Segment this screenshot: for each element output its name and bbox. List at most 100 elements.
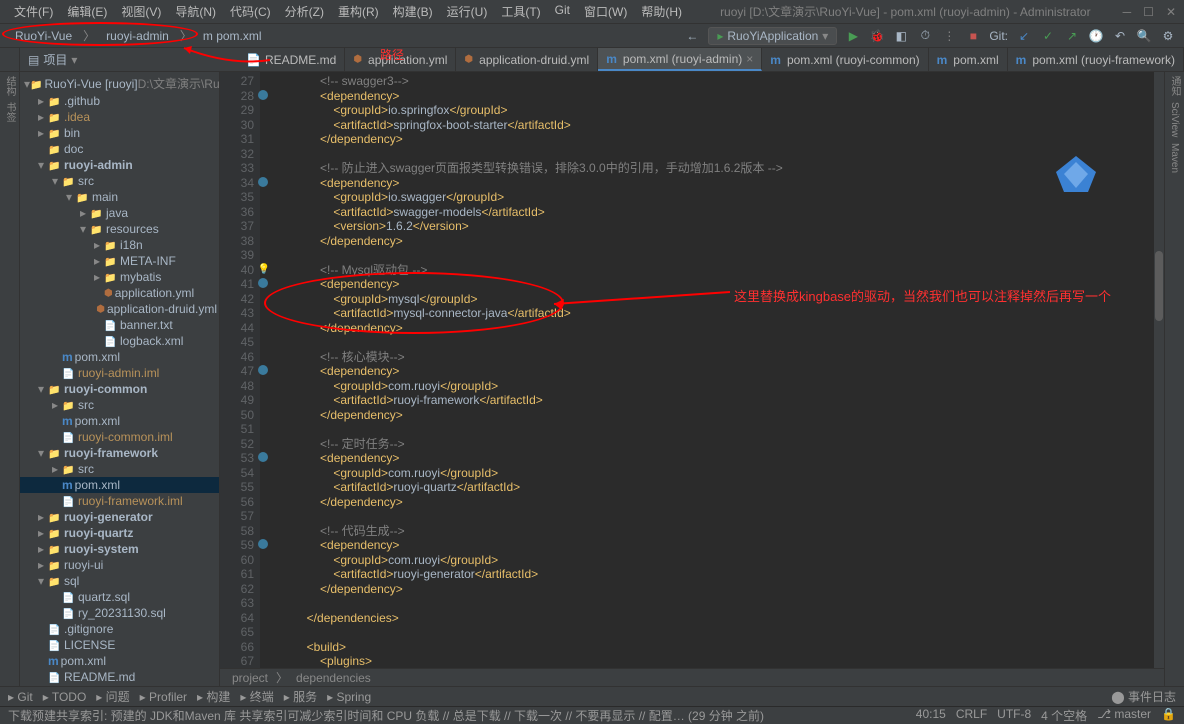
tool-window-button[interactable]: ▸ 服务 xyxy=(284,688,317,705)
tree-node[interactable]: LICENSE xyxy=(20,637,219,653)
back-icon[interactable]: ← xyxy=(684,28,700,44)
menu-item[interactable]: 视图(V) xyxy=(115,1,167,22)
coverage-button[interactable]: ◧ xyxy=(893,28,909,44)
git-push-icon[interactable]: ↗ xyxy=(1064,28,1080,44)
tree-node[interactable]: ▾sql xyxy=(20,573,219,589)
editor-tab[interactable]: mpom.xml (ruoyi-common) xyxy=(762,48,928,71)
editor-tab[interactable]: 📄README.md xyxy=(238,48,345,71)
indent-info[interactable]: 4 个空格 xyxy=(1041,707,1087,724)
tree-node[interactable]: ▸.github xyxy=(20,93,219,109)
tree-node[interactable]: logback.xml xyxy=(20,333,219,349)
tree-node[interactable]: ▾ruoyi-framework xyxy=(20,445,219,461)
tree-node[interactable]: ruoyi-framework.iml xyxy=(20,493,219,509)
tree-node[interactable]: ▸mybatis xyxy=(20,269,219,285)
menu-item[interactable]: 文件(F) xyxy=(8,1,59,22)
tree-node[interactable]: mpom.xml xyxy=(20,477,219,493)
run-config-selector[interactable]: ▸ RuoYiApplication ▾ xyxy=(708,27,837,45)
tree-node[interactable]: .gitignore xyxy=(20,621,219,637)
menu-item[interactable]: 重构(R) xyxy=(332,1,385,22)
sciview-tool-button[interactable]: SciView xyxy=(1169,102,1180,137)
breadcrumb-item[interactable]: m pom.xml xyxy=(196,27,269,45)
code-editor[interactable]: <!-- swagger3--> <dependency> <groupId>i… xyxy=(260,72,1154,668)
editor-tab[interactable]: ⬢application-druid.yml xyxy=(456,48,598,71)
settings-icon[interactable]: ⚙ xyxy=(1160,28,1176,44)
tree-node[interactable]: ▾ruoyi-admin xyxy=(20,157,219,173)
editor-tab[interactable]: ⬢application.yml xyxy=(345,48,456,71)
tool-window-button[interactable]: ▸ 构建 xyxy=(197,688,230,705)
tree-node[interactable]: ▸ruoyi-system xyxy=(20,541,219,557)
editor-tab[interactable]: mpom.xml (ruoyi-framework) xyxy=(1008,48,1184,71)
bookmarks-tool-button[interactable]: 书签 xyxy=(2,102,17,122)
lock-icon[interactable]: 🔒 xyxy=(1161,707,1176,724)
tree-node[interactable]: ▸bin xyxy=(20,125,219,141)
tree-node[interactable]: ▾src xyxy=(20,173,219,189)
tree-node[interactable]: ▸src xyxy=(20,397,219,413)
tree-node[interactable]: README.md xyxy=(20,669,219,685)
editor-crumb-item[interactable]: dependencies xyxy=(296,671,371,685)
tree-node[interactable]: ruoyi-common.iml xyxy=(20,429,219,445)
notifications-tool-button[interactable]: 通知 xyxy=(1167,76,1182,96)
git-commit-icon[interactable]: ✓ xyxy=(1040,28,1056,44)
menu-item[interactable]: 窗口(W) xyxy=(578,1,633,22)
editor-crumb-item[interactable]: project xyxy=(232,671,268,685)
caret-position[interactable]: 40:15 xyxy=(916,707,946,724)
git-rollback-icon[interactable]: ↶ xyxy=(1112,28,1128,44)
git-history-icon[interactable]: 🕐 xyxy=(1088,28,1104,44)
tree-node[interactable]: ▸ruoyi-generator xyxy=(20,509,219,525)
tree-node[interactable]: ▸ruoyi-ui xyxy=(20,557,219,573)
menu-item[interactable]: 分析(Z) xyxy=(279,1,330,22)
profile-button[interactable]: ⏱ xyxy=(917,28,933,44)
more-run-icon[interactable]: ⋮ xyxy=(941,28,957,44)
menu-item[interactable]: 运行(U) xyxy=(441,1,494,22)
tree-node[interactable]: mpom.xml xyxy=(20,349,219,365)
tool-window-button[interactable]: ▸ 问题 xyxy=(96,688,129,705)
tree-node[interactable]: quartz.sql xyxy=(20,589,219,605)
tree-node[interactable]: ▾RuoYi-Vue [ruoyi] D:\文章演示\RuoYi-V xyxy=(20,74,219,93)
scrollbar-thumb[interactable] xyxy=(1155,251,1163,321)
menu-item[interactable]: 帮助(H) xyxy=(635,1,688,22)
tree-node[interactable]: ▾ruoyi-common xyxy=(20,381,219,397)
debug-button[interactable]: 🐞 xyxy=(869,28,885,44)
event-log-button[interactable]: ⬤ 事件日志 xyxy=(1111,688,1176,705)
structure-tool-button[interactable]: 结构 xyxy=(2,76,17,96)
tree-node[interactable]: ▸ruoyi-quartz xyxy=(20,525,219,541)
maven-tool-button[interactable]: Maven xyxy=(1169,143,1180,173)
stop-button[interactable]: ■ xyxy=(965,28,981,44)
close-icon[interactable]: ✕ xyxy=(1166,5,1176,19)
menu-item[interactable]: Git xyxy=(549,1,576,22)
git-update-icon[interactable]: ↙ xyxy=(1016,28,1032,44)
menu-item[interactable]: 编辑(E) xyxy=(61,1,113,22)
project-tree[interactable]: ▾RuoYi-Vue [ruoyi] D:\文章演示\RuoYi-V▸.gith… xyxy=(20,72,220,686)
editor-tab[interactable]: mpom.xml (ruoyi-admin) × xyxy=(598,48,762,71)
tree-node[interactable]: ry_20231130.sql xyxy=(20,605,219,621)
line-ending[interactable]: CRLF xyxy=(956,707,987,724)
maximize-icon[interactable]: ☐ xyxy=(1143,5,1154,19)
tree-node[interactable]: doc xyxy=(20,141,219,157)
tree-node[interactable]: mpom.xml xyxy=(20,653,219,669)
editor-tab[interactable]: mpom.xml xyxy=(929,48,1008,71)
tool-window-button[interactable]: ▸ 终端 xyxy=(240,688,273,705)
run-button[interactable]: ▶ xyxy=(845,28,861,44)
tree-node[interactable]: mpom.xml xyxy=(20,413,219,429)
tree-node[interactable]: ⬢application-druid.yml xyxy=(20,301,219,317)
project-tool-tab[interactable]: ▤ 项目 ▾ xyxy=(20,48,85,71)
tree-node[interactable]: ruoyi-admin.iml xyxy=(20,365,219,381)
tool-window-button[interactable]: ▸ Spring xyxy=(327,690,371,704)
tool-window-button[interactable]: ▸ Profiler xyxy=(140,690,187,704)
tool-window-button[interactable]: ▸ TODO xyxy=(43,690,87,704)
tree-node[interactable]: banner.txt xyxy=(20,317,219,333)
tree-node[interactable]: ▸java xyxy=(20,205,219,221)
breadcrumb-item[interactable]: RuoYi-Vue xyxy=(8,27,79,45)
menu-item[interactable]: 导航(N) xyxy=(169,1,222,22)
tool-window-button[interactable]: ▸ Git xyxy=(8,690,33,704)
editor-scrollbar[interactable] xyxy=(1154,72,1164,668)
file-encoding[interactable]: UTF-8 xyxy=(997,707,1031,724)
menu-item[interactable]: 代码(C) xyxy=(224,1,277,22)
tree-node[interactable]: ▾resources xyxy=(20,221,219,237)
tree-node[interactable]: ⬢application.yml xyxy=(20,285,219,301)
menu-item[interactable]: 工具(T) xyxy=(495,1,546,22)
git-branch[interactable]: ⎇ master xyxy=(1097,707,1151,724)
minimize-icon[interactable]: ─ xyxy=(1123,5,1132,19)
tree-node[interactable]: ▸META-INF xyxy=(20,253,219,269)
tree-node[interactable]: ▸.idea xyxy=(20,109,219,125)
